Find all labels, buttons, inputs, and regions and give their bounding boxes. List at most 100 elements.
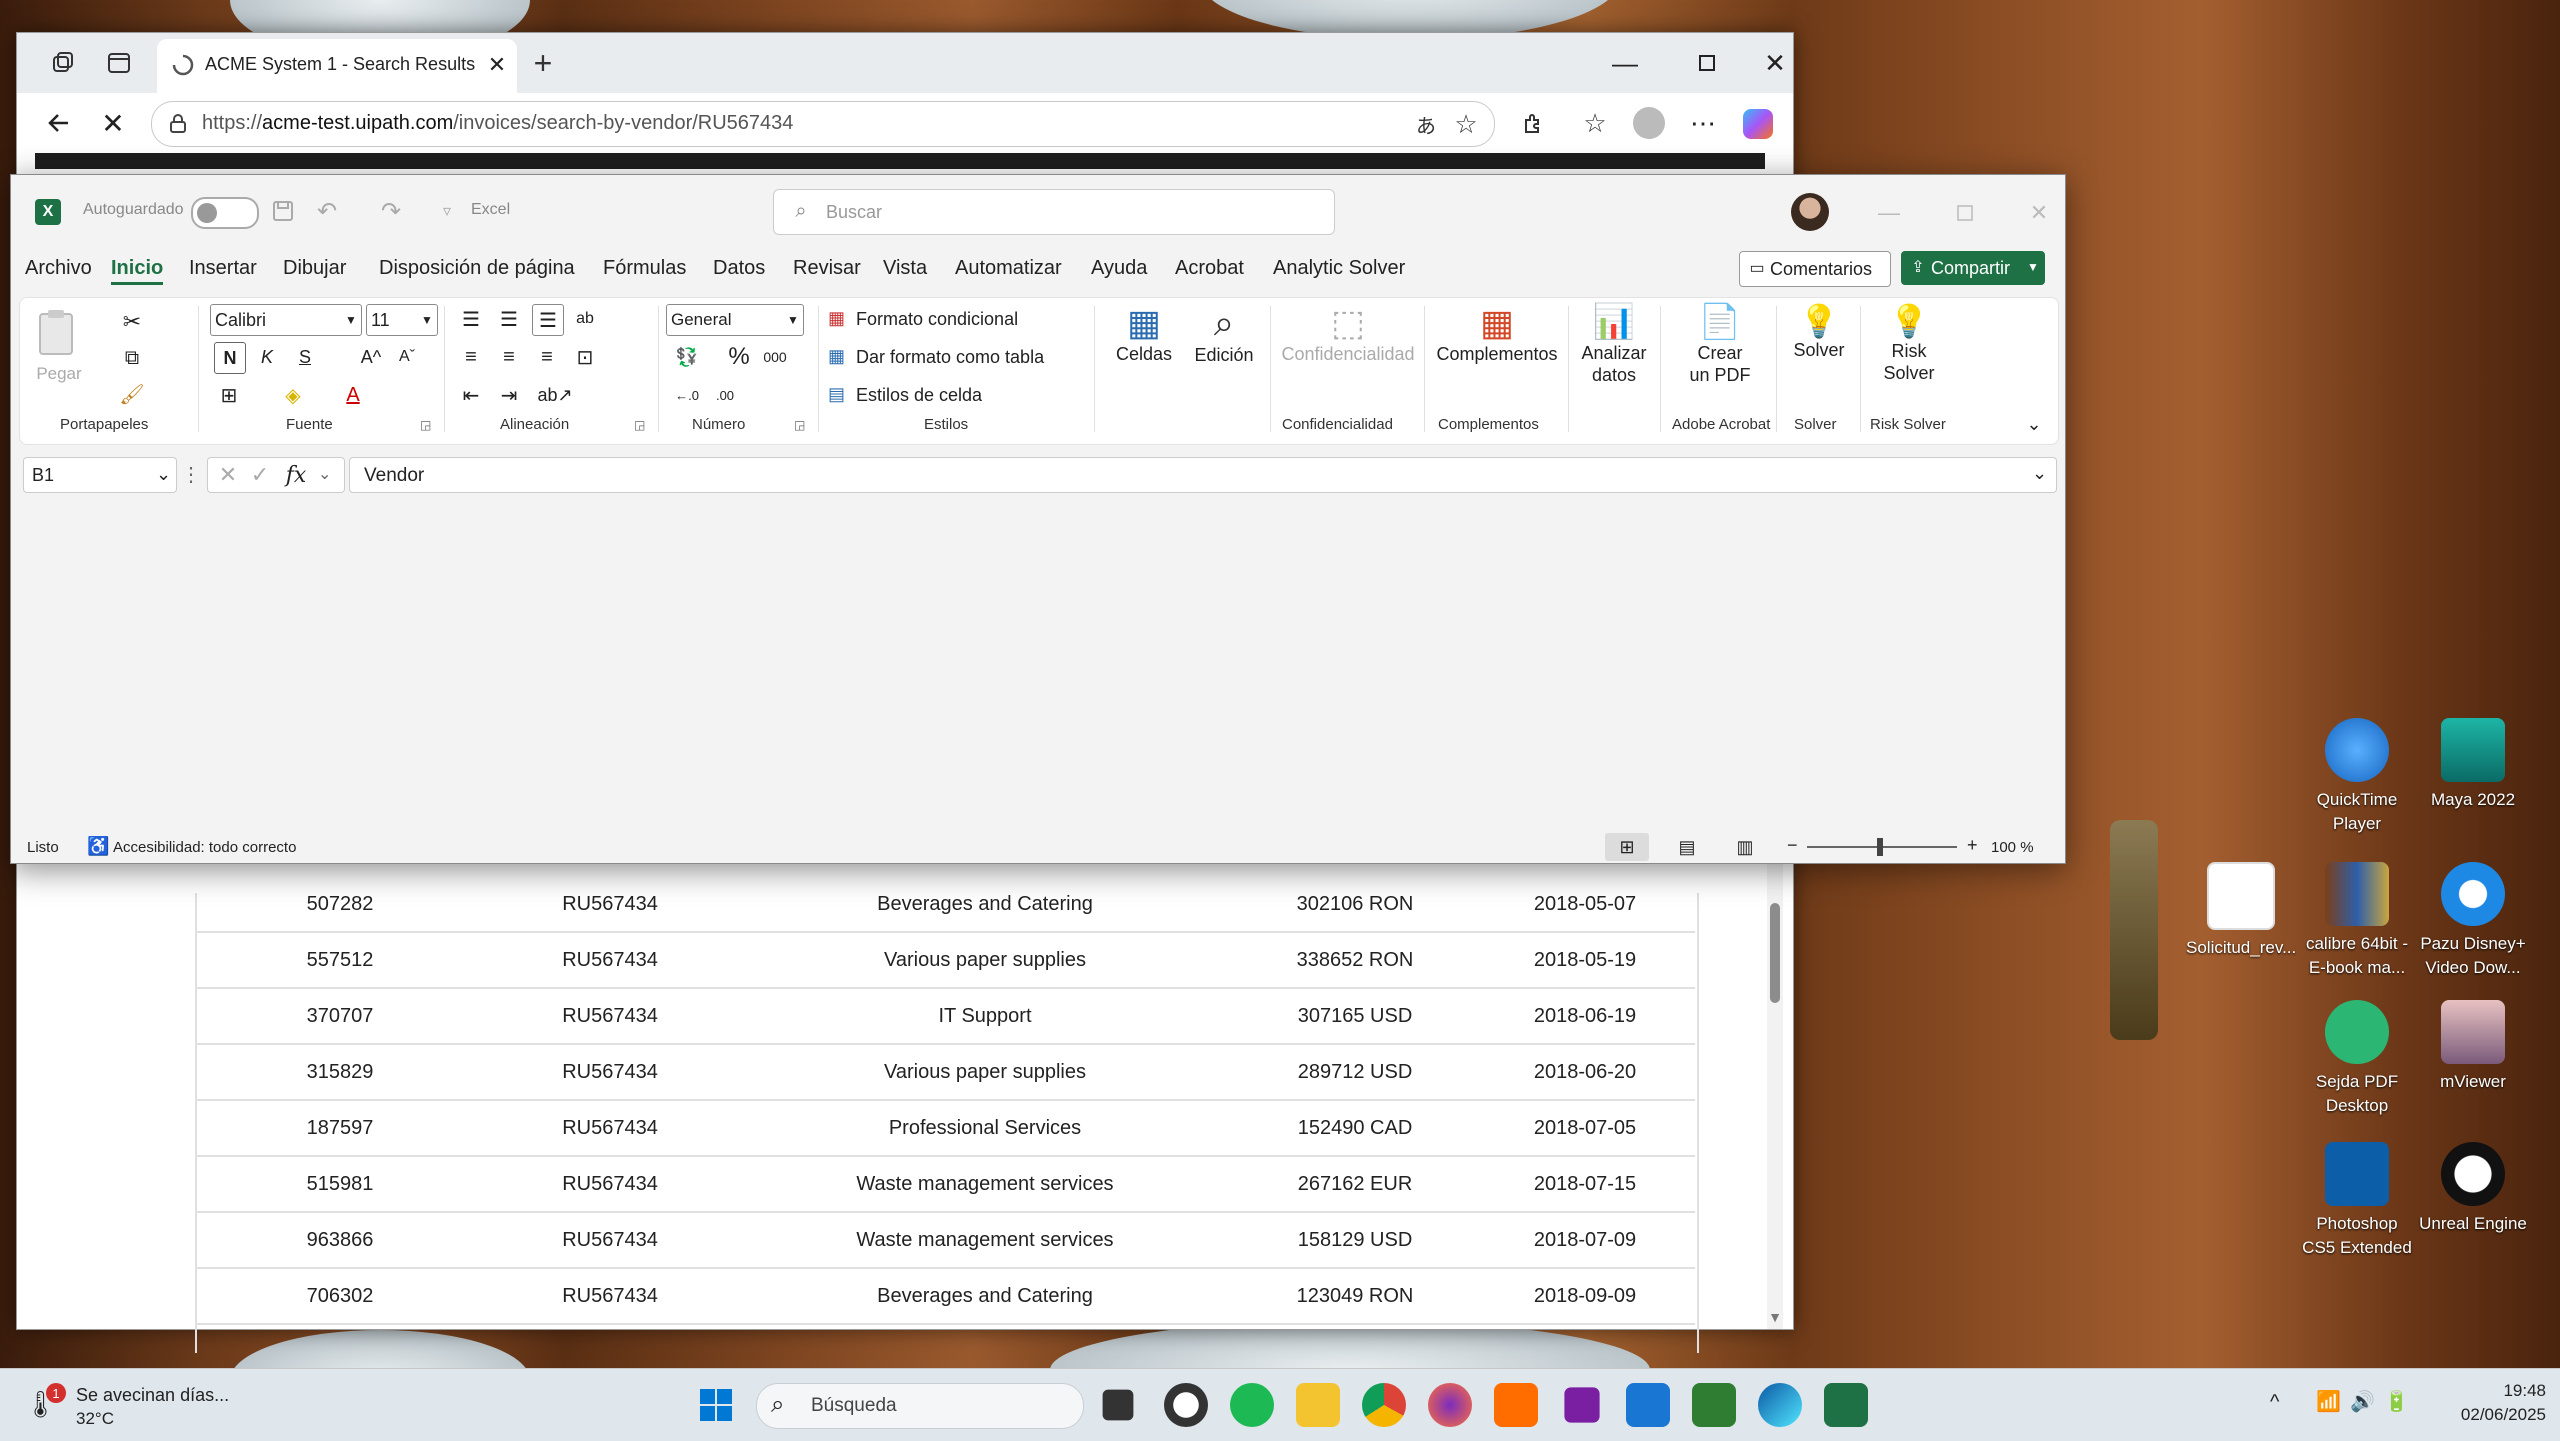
page-break-icon[interactable]: ▥ [1723, 833, 1767, 861]
accounting-format-icon[interactable]: 💱 [672, 342, 702, 372]
decrease-indent-icon[interactable]: ⇤ [456, 380, 486, 410]
tab-dibujar[interactable]: Dibujar [283, 257, 346, 280]
tab-inicio[interactable]: Inicio [111, 257, 164, 285]
wrap-text-icon[interactable]: ab [570, 304, 600, 334]
more-options-icon[interactable]: ⋯ [1685, 105, 1721, 141]
scrollbar-thumb[interactable] [1770, 903, 1780, 1003]
share-button[interactable]: ⇪ Compartir ▼ [1901, 251, 2045, 285]
cancel-icon[interactable]: ✕ [216, 462, 240, 488]
desktop-icon-calibre[interactable]: calibre 64bit - E-book ma... [2302, 862, 2412, 980]
weather-widget[interactable]: 🌡 1 Se avecinan días... 32°C [24, 1383, 264, 1433]
insert-function-icon[interactable]: fx [282, 462, 310, 488]
paste-button[interactable]: Pegar [34, 306, 84, 406]
undo-icon[interactable]: ↶ [311, 195, 343, 227]
number-format-select[interactable]: General ▼ [666, 304, 804, 336]
zoom-out-icon[interactable]: − [1787, 835, 1798, 856]
formula-input[interactable]: Vendor ⌄ [349, 457, 2057, 493]
desktop-icon-photoshop[interactable]: Photoshop CS5 Extended [2302, 1142, 2412, 1260]
profile-avatar[interactable] [1633, 107, 1665, 139]
italic-button[interactable]: K [252, 342, 282, 372]
align-bottom-icon[interactable]: ☰ [532, 304, 564, 336]
addins-button[interactable]: ▦ Complementos [1432, 302, 1562, 402]
tab-insertar[interactable]: Insertar [189, 257, 257, 280]
media-player-icon[interactable] [1692, 1383, 1736, 1427]
user-avatar[interactable] [1791, 193, 1829, 231]
fill-color-icon[interactable]: ◈ [278, 380, 308, 410]
url-field[interactable]: https://acme-test.uipath.com/invoices/se… [151, 101, 1495, 147]
normal-view-icon[interactable]: ⊞ [1605, 833, 1649, 861]
dialog-launcher-icon[interactable]: ◲ [634, 418, 645, 432]
maximize-icon[interactable] [1689, 45, 1725, 81]
desktop-icon-maya[interactable]: Maya 2022 [2418, 718, 2528, 812]
desktop-icon-unreal[interactable]: Unreal Engine [2418, 1142, 2528, 1236]
increase-decimal-icon[interactable]: ←.0 [672, 380, 702, 410]
page-layout-icon[interactable]: ▤ [1665, 833, 1709, 861]
wifi-icon[interactable]: 📶 [2316, 1389, 2341, 1414]
extensions-icon[interactable] [1517, 107, 1549, 139]
show-hidden-icons[interactable]: ^ [2270, 1391, 2279, 1414]
tab-automatizar[interactable]: Automatizar [955, 257, 1062, 280]
comments-button[interactable]: ▭ Comentarios [1739, 251, 1891, 287]
tab-analytic-solver[interactable]: Analytic Solver [1273, 257, 1405, 280]
tab-datos[interactable]: Datos [713, 257, 765, 280]
font-name-select[interactable]: Calibri ▼ [210, 304, 362, 336]
snipping-tool-icon[interactable] [1564, 1387, 1600, 1423]
clock[interactable]: 19:48 02/06/2025 [2446, 1379, 2546, 1427]
close-tab-icon[interactable]: ✕ [483, 51, 511, 79]
bold-button[interactable]: N [214, 342, 246, 374]
accessibility-status[interactable]: Accesibilidad: todo correcto [113, 839, 296, 856]
tab-revisar[interactable]: Revisar [793, 257, 861, 280]
battery-icon[interactable]: 🔋 [2384, 1389, 2409, 1414]
dialog-launcher-icon[interactable]: ◲ [420, 418, 431, 432]
comma-style-icon[interactable]: 000 [760, 342, 790, 372]
browser-tab-active[interactable]: ACME System 1 - Search Results ✕ [157, 39, 517, 93]
desktop-icon-pdf[interactable]: Solicitud_rev... [2186, 862, 2296, 960]
zoom-level[interactable]: 100 % [1991, 839, 2034, 856]
clock-app-icon[interactable] [1164, 1383, 1208, 1427]
align-left-icon[interactable]: ≡ [456, 342, 486, 372]
risk-solver-button[interactable]: 💡 Risk Solver [1866, 302, 1952, 412]
search-box[interactable]: ⌕ Buscar [773, 189, 1335, 235]
zoom-slider[interactable] [1807, 838, 1957, 856]
decrease-font-icon[interactable]: Aˇ [392, 342, 422, 372]
volume-icon[interactable]: 🔊 [2350, 1389, 2375, 1414]
customize-toolbar-icon[interactable]: ▿ [435, 197, 459, 225]
close-window-icon[interactable]: ✕ [1757, 45, 1793, 81]
desktop-icon-sejda[interactable]: Sejda PDF Desktop [2302, 1000, 2412, 1118]
autosave-toggle[interactable] [191, 197, 259, 229]
decrease-decimal-icon[interactable]: .00 [710, 380, 740, 410]
redo-icon[interactable]: ↷ [375, 195, 407, 227]
copy-icon[interactable]: ⧉ [118, 344, 146, 372]
tab-vista[interactable]: Vista [883, 257, 927, 280]
analyze-data-button[interactable]: 📊 Analizar datos [1576, 302, 1652, 412]
editing-button[interactable]: ⌕ Edición [1184, 302, 1264, 402]
ribbon-collapse-icon[interactable]: ⌄ [2020, 410, 2048, 438]
start-button[interactable] [694, 1383, 738, 1427]
merge-center-icon[interactable]: ⊡ [570, 342, 600, 372]
desktop-icon-quicktime[interactable]: QuickTime Player [2302, 718, 2412, 836]
edge-icon[interactable] [1758, 1383, 1802, 1427]
tab-disposicion[interactable]: Disposición de página [379, 257, 575, 280]
orientation-icon[interactable]: ab↗ [537, 380, 572, 410]
tab-formulas[interactable]: Fórmulas [603, 257, 686, 280]
tab-archivo[interactable]: Archivo [25, 257, 92, 280]
worksheet-area[interactable] [11, 497, 2065, 831]
task-view-icon[interactable] [1102, 1389, 1134, 1421]
format-as-table-button[interactable]: ▦ Dar formato como tabla [828, 344, 1088, 374]
zoom-in-icon[interactable]: + [1967, 835, 1978, 856]
maximize-icon[interactable] [1947, 195, 1983, 231]
site-info-icon[interactable] [166, 112, 190, 136]
favorites-icon[interactable]: ☆ [1577, 105, 1613, 141]
firefox-icon[interactable] [1428, 1383, 1472, 1427]
create-pdf-button[interactable]: 📄 Crear un PDF [1670, 302, 1770, 412]
tab-ayuda[interactable]: Ayuda [1091, 257, 1147, 280]
cells-button[interactable]: ▦ Celdas [1104, 302, 1184, 402]
file-explorer-icon[interactable] [1296, 1383, 1340, 1427]
font-color-icon[interactable]: A [338, 380, 368, 410]
new-tab-icon[interactable]: + [525, 45, 561, 81]
taskbar-search[interactable]: ⌕ Búsqueda [756, 1383, 1084, 1429]
percent-icon[interactable]: % [724, 342, 754, 372]
copilot-icon[interactable] [1743, 109, 1773, 139]
enter-icon[interactable]: ✓ [248, 462, 272, 488]
scroll-down-icon[interactable]: ▼ [1767, 1307, 1783, 1327]
